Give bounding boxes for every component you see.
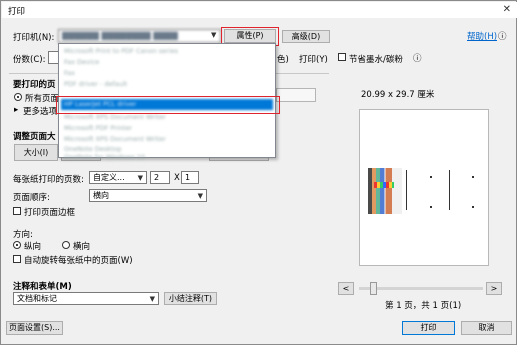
by-label: X (174, 173, 180, 183)
printer-option[interactable]: PDF driver - default (61, 79, 273, 90)
comments-value: 文档和标记 (17, 294, 57, 303)
portrait-radio[interactable] (13, 241, 21, 249)
pages-per-sheet-value: 自定义... (93, 173, 125, 182)
page-order-label: 页面顺序: (13, 193, 50, 203)
landscape-label: 横向 (73, 242, 91, 252)
page-slider-thumb[interactable] (370, 282, 377, 295)
rows-value: 1 (185, 173, 191, 182)
save-ink-checkbox[interactable] (338, 53, 346, 61)
preview-thumbnail-image (368, 168, 402, 214)
chevron-down-icon: ▼ (197, 192, 203, 200)
auto-rotate-label: 自动旋转每张纸中的页面(W) (24, 256, 133, 266)
auto-rotate-checkbox[interactable] (13, 255, 21, 263)
preview-color-bars (374, 182, 394, 188)
preview-mark (472, 176, 474, 178)
color-label-partial: 色) (277, 55, 289, 65)
comments-select[interactable]: 文档和标记 ▼ (13, 292, 159, 305)
printer-select-value: ▇▇▇▇▇▇ ▇▇▇▇▇▇▇▇ ▇▇▇▇ (62, 31, 178, 40)
chevron-down-icon: ▼ (149, 295, 155, 303)
print-button[interactable]: 打印 (402, 321, 455, 335)
page-slider-track[interactable] (359, 287, 483, 290)
sizing-section-title: 调整页面大 (13, 132, 56, 142)
cancel-button[interactable]: 取消 (461, 321, 512, 335)
save-ink-label: 节省墨水/碳粉 (349, 55, 403, 65)
printer-option[interactable]: Microsoft Print to PDF Canon series (61, 46, 273, 57)
page-setup-button[interactable]: 页面设置(S)... (6, 321, 63, 335)
more-options-label[interactable]: 更多选项 (23, 105, 57, 117)
columns-input[interactable]: 2 (150, 171, 170, 184)
printer-select[interactable]: ▇▇▇▇▇▇ ▇▇▇▇▇▇▇▇ ▇▇▇▇ (58, 29, 221, 43)
preview-line (406, 170, 407, 210)
page-status-label: 第 1 页，共 1 页(1) (385, 301, 462, 311)
print-border-label: 打印页面边框 (24, 208, 76, 218)
chevron-down-icon[interactable]: ▼ (211, 31, 216, 39)
columns-value: 2 (154, 173, 160, 182)
printer-option[interactable]: OneNote for Windows 10 (61, 152, 273, 163)
summarize-comments-button[interactable]: 小结注释(T) (164, 292, 217, 305)
preview-mark (472, 206, 474, 208)
all-pages-label: 所有页面 (25, 94, 60, 104)
print-dialog: 打印 ✕ 打印机(N): ▇▇▇▇▇▇ ▇▇▇▇▇▇▇▇ ▇▇▇▇ ▼ 属性(P… (0, 0, 517, 345)
next-page-button[interactable]: > (486, 282, 502, 295)
window-title: 打印 (8, 7, 26, 17)
printer-option[interactable]: Fax Device (61, 57, 273, 68)
page-range-box (276, 88, 316, 102)
preview-line (449, 170, 450, 210)
advanced-button[interactable]: 高级(D) (282, 30, 330, 43)
rows-input[interactable]: 1 (181, 171, 199, 184)
size-button[interactable]: 大小(I) (14, 144, 58, 161)
landscape-radio[interactable] (62, 241, 70, 249)
title-bar: 打印 ✕ (2, 2, 517, 18)
expand-arrow-icon[interactable]: ▸ (14, 105, 18, 115)
orientation-title: 方向: (13, 230, 33, 240)
help-link[interactable]: 帮助(H) (467, 30, 497, 42)
preview-mark (430, 206, 432, 208)
print-grayscale-label: 打印(Y) (299, 55, 328, 65)
prev-page-button[interactable]: < (338, 282, 354, 295)
printer-label: 打印机(N): (13, 33, 55, 43)
paper-size-label: 20.99 x 29.7 厘米 (361, 90, 435, 100)
pages-per-sheet-select[interactable]: 自定义... ▼ (89, 171, 147, 184)
all-pages-radio[interactable] (14, 93, 22, 101)
page-order-select[interactable]: 横向 ▼ (89, 189, 207, 202)
pages-per-sheet-label: 每张纸打印的页数: (13, 175, 84, 185)
close-icon[interactable]: ✕ (503, 4, 511, 15)
info-icon: ⓘ (413, 54, 422, 64)
portrait-label: 纵向 (24, 242, 42, 252)
comments-section-title: 注释和表单(M) (13, 282, 72, 292)
help-icon[interactable]: ⓘ (498, 30, 507, 42)
highlight-box-selected-printer (56, 96, 280, 114)
pages-section-title: 要打印的页 (13, 80, 56, 90)
print-border-checkbox[interactable] (13, 207, 21, 215)
chevron-down-icon: ▼ (137, 174, 143, 182)
page-order-value: 横向 (93, 191, 109, 200)
printer-option[interactable]: Microsoft PDF Printer (61, 123, 273, 134)
copies-label: 份数(C): (13, 55, 46, 65)
printer-option[interactable]: Fax (61, 68, 273, 79)
preview-mark (430, 176, 432, 178)
print-preview-page (359, 109, 489, 266)
